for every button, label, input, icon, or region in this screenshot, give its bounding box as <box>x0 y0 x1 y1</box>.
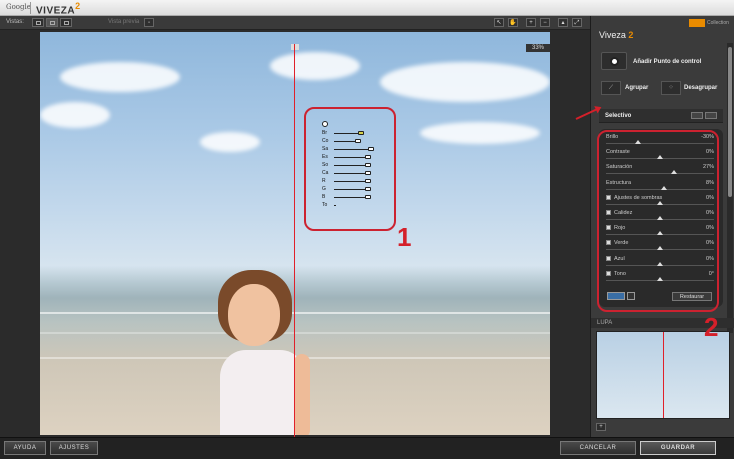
app-version: 2 <box>75 1 81 11</box>
split-view-icon <box>50 21 55 25</box>
save-button[interactable]: GUARDAR <box>640 441 716 455</box>
preview-label: Vista previa <box>108 19 140 25</box>
split-handle[interactable] <box>291 44 299 50</box>
child-arm <box>294 354 310 435</box>
image-canvas[interactable]: 33% <box>0 30 590 449</box>
cloud <box>60 62 180 92</box>
ungroup-button[interactable]: Desagrupar <box>684 85 717 91</box>
panel-brand: Viveza 2 <box>599 30 633 40</box>
brand-name: Viveza <box>599 30 626 40</box>
selective-label: Selectivo <box>605 113 632 119</box>
app-name: VIVEZA <box>36 5 76 17</box>
annotation-number-2: 2 <box>704 312 719 342</box>
wave <box>40 332 550 334</box>
collection-label: Collection <box>707 20 729 26</box>
child-face <box>228 284 280 346</box>
control-point-highlight <box>304 107 396 231</box>
loupe-label: LUPA <box>597 320 613 326</box>
zoom-level-readout: 33% <box>526 44 550 52</box>
vistas-label: Vistas: <box>6 19 24 25</box>
group-icon[interactable]: ⟋ <box>601 81 621 95</box>
cloud <box>200 132 260 152</box>
google-logo-label: Google <box>6 3 31 11</box>
side-by-side-icon <box>64 21 69 25</box>
cloud <box>380 62 550 102</box>
loupe-split-line <box>663 332 664 418</box>
paste-settings-icon[interactable] <box>705 112 717 119</box>
view-split-button[interactable] <box>46 18 58 27</box>
ungroup-icon[interactable]: ⁘ <box>661 81 681 95</box>
single-view-icon <box>36 21 41 25</box>
settings-button[interactable]: AJUSTES <box>50 441 98 455</box>
toolbar: Vistas: Vista previa ▪ ↖ ✋ + − ▴ ⤢ <box>0 16 590 30</box>
add-control-point-button[interactable] <box>601 52 627 70</box>
sliders-highlight <box>597 130 719 312</box>
preview-toggle-icon[interactable]: ▪ <box>144 18 154 27</box>
fullscreen-icon[interactable]: ⤢ <box>572 18 582 27</box>
wave <box>40 312 550 314</box>
hand-tool-icon[interactable]: ✋ <box>508 18 518 27</box>
background-color-icon[interactable]: ▴ <box>558 18 568 27</box>
annotation-number-1: 1 <box>397 222 412 252</box>
split-divider[interactable] <box>294 44 295 449</box>
photo-preview[interactable] <box>40 32 550 435</box>
brand-version: 2 <box>628 30 634 40</box>
add-control-point-label[interactable]: Añadir Punto de control <box>633 59 701 65</box>
cloud <box>420 122 540 144</box>
cloud <box>270 52 360 80</box>
cloud <box>40 102 110 128</box>
control-point-icon <box>610 57 619 66</box>
zoom-out-icon[interactable]: − <box>540 18 550 27</box>
scrollbar-thumb[interactable] <box>728 47 732 197</box>
panel-scrollbar[interactable] <box>727 43 733 333</box>
group-button[interactable]: Agrupar <box>625 85 648 91</box>
nik-logo <box>689 19 705 27</box>
view-side-by-side-button[interactable] <box>60 18 72 27</box>
bottom-bar: AYUDA AJUSTES CANCELAR GUARDAR <box>0 437 734 459</box>
pointer-tool-icon[interactable]: ↖ <box>494 18 504 27</box>
cancel-button[interactable]: CANCELAR <box>560 441 636 455</box>
view-single-button[interactable] <box>32 18 44 27</box>
help-button[interactable]: AYUDA <box>4 441 46 455</box>
title-separator <box>30 2 31 14</box>
loupe-pin-icon[interactable]: + <box>596 423 606 431</box>
app-title: VIVEZA2 <box>36 1 81 16</box>
copy-settings-icon[interactable] <box>691 112 703 119</box>
selective-header: Selectivo <box>599 109 723 123</box>
loupe-preview <box>596 331 730 419</box>
window-title-bar: Google VIVEZA2 <box>0 0 734 16</box>
zoom-in-icon[interactable]: + <box>526 18 536 27</box>
